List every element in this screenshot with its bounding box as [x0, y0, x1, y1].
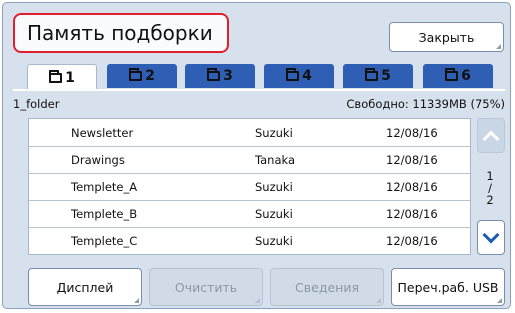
- free-space: Свободно: 11339MB (75%): [346, 97, 505, 111]
- tab-folder-5[interactable]: 5: [343, 64, 413, 88]
- list-item[interactable]: Drawings Tanaka 12/08/16: [29, 146, 470, 174]
- clear-button[interactable]: Очистить: [149, 268, 263, 306]
- tab-label: 3: [223, 68, 233, 84]
- job-date: 12/08/16: [386, 234, 438, 248]
- tab-folder-3[interactable]: 3: [185, 64, 255, 88]
- list-scrollbar: 1 / 2: [475, 118, 505, 255]
- folder-icon: [365, 68, 379, 81]
- job-name: Templete_B: [71, 207, 138, 221]
- button-corner-mark: [497, 298, 502, 303]
- tab-bar-divider: [13, 89, 505, 91]
- scroll-down-button[interactable]: [477, 220, 505, 255]
- job-date: 12/08/16: [386, 126, 438, 140]
- display-button-label: Дисплей: [56, 279, 114, 295]
- folder-info: 1_folder Свободно: 11339MB (75%): [13, 97, 505, 113]
- chevron-up-icon: [482, 130, 500, 147]
- tab-folder-6[interactable]: 6: [423, 64, 493, 88]
- tab-folder-1[interactable]: 1: [27, 64, 97, 91]
- job-name: Drawings: [71, 153, 125, 167]
- tab-label: 6: [461, 68, 471, 84]
- usb-job-list-button-label: Переч.раб. USB: [397, 279, 499, 295]
- job-list: Newsletter Suzuki 12/08/16 Drawings Tana…: [28, 118, 471, 255]
- folder-icon: [207, 68, 221, 81]
- job-owner: Suzuki: [255, 234, 293, 248]
- job-name: Templete_C: [71, 234, 138, 248]
- folder-icon: [129, 68, 143, 81]
- job-name: Newsletter: [71, 126, 134, 140]
- details-button[interactable]: Сведения: [270, 268, 384, 306]
- close-button[interactable]: Закрыть: [389, 22, 504, 52]
- tab-label: 4: [302, 68, 312, 84]
- tab-label: 5: [381, 68, 391, 84]
- chevron-down-icon: [482, 226, 500, 243]
- button-corner-mark: [496, 44, 501, 49]
- button-corner-mark: [134, 298, 139, 303]
- job-date: 12/08/16: [386, 180, 438, 194]
- page-indicator: 1 / 2: [475, 170, 505, 206]
- details-button-label: Сведения: [295, 279, 359, 295]
- tab-folder-2[interactable]: 2: [107, 64, 177, 88]
- page-title-text: Память подборки: [27, 21, 213, 45]
- tab-folder-4[interactable]: 4: [264, 64, 334, 88]
- button-corner-mark: [376, 298, 381, 303]
- job-date: 12/08/16: [386, 207, 438, 221]
- scroll-up-button[interactable]: [477, 118, 505, 153]
- folder-icon: [286, 68, 300, 81]
- folder-name: 1_folder: [13, 97, 60, 111]
- button-corner-mark: [255, 298, 260, 303]
- job-owner: Tanaka: [255, 153, 296, 167]
- job-owner: Suzuki: [255, 207, 293, 221]
- folder-icon: [445, 68, 459, 81]
- page-total: 2: [486, 193, 494, 207]
- list-item[interactable]: Templete_C Suzuki 12/08/16: [29, 227, 470, 254]
- job-owner: Suzuki: [255, 180, 293, 194]
- tab-label: 1: [65, 70, 75, 86]
- list-item[interactable]: Templete_A Suzuki 12/08/16: [29, 173, 470, 201]
- list-item[interactable]: Templete_B Suzuki 12/08/16: [29, 200, 470, 228]
- job-name: Templete_A: [71, 180, 138, 194]
- usb-job-list-button[interactable]: Переч.раб. USB: [391, 268, 505, 306]
- folder-icon: [49, 70, 63, 83]
- tab-label: 2: [145, 68, 155, 84]
- close-button-label: Закрыть: [418, 29, 475, 45]
- clear-button-label: Очистить: [174, 279, 238, 295]
- job-owner: Suzuki: [255, 126, 293, 140]
- page-title: Память подборки: [13, 13, 229, 53]
- job-date: 12/08/16: [386, 153, 438, 167]
- list-item[interactable]: Newsletter Suzuki 12/08/16: [29, 119, 470, 147]
- display-button[interactable]: Дисплей: [28, 268, 142, 306]
